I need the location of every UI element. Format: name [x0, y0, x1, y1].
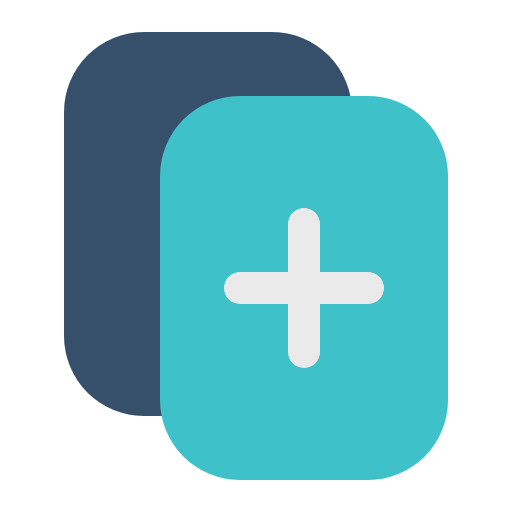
- add-document-icon[interactable]: [0, 0, 512, 512]
- plus-horizontal-bar: [224, 272, 384, 304]
- icon-canvas: [0, 0, 512, 512]
